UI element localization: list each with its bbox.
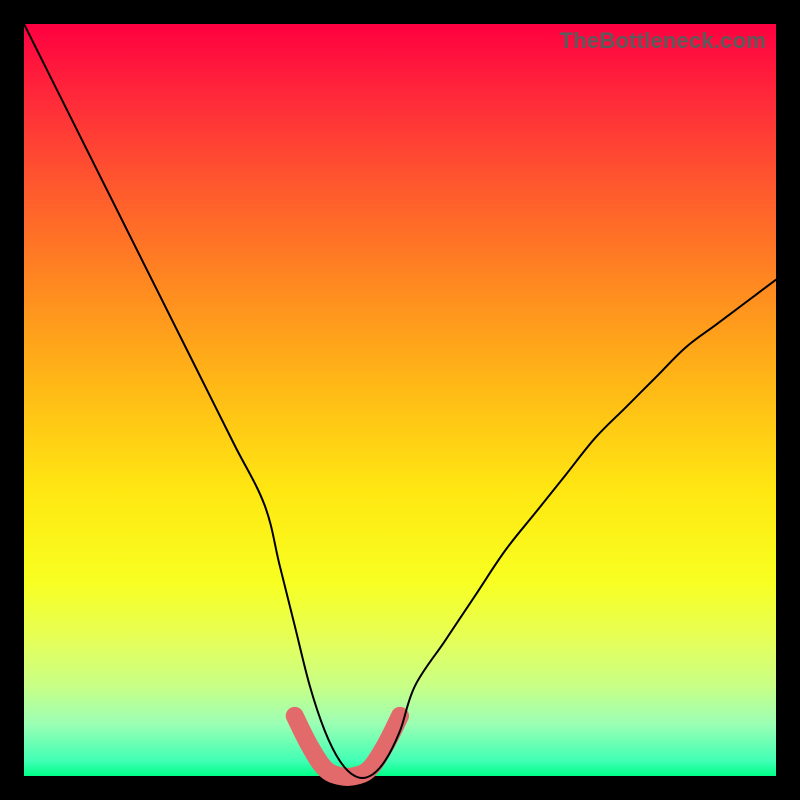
chart-overlay	[24, 24, 776, 776]
chart-frame: TheBottleneck.com	[0, 0, 800, 800]
series-black-curve	[24, 24, 776, 778]
series-red-highlight	[295, 716, 400, 777]
plot-area: TheBottleneck.com	[24, 24, 776, 776]
